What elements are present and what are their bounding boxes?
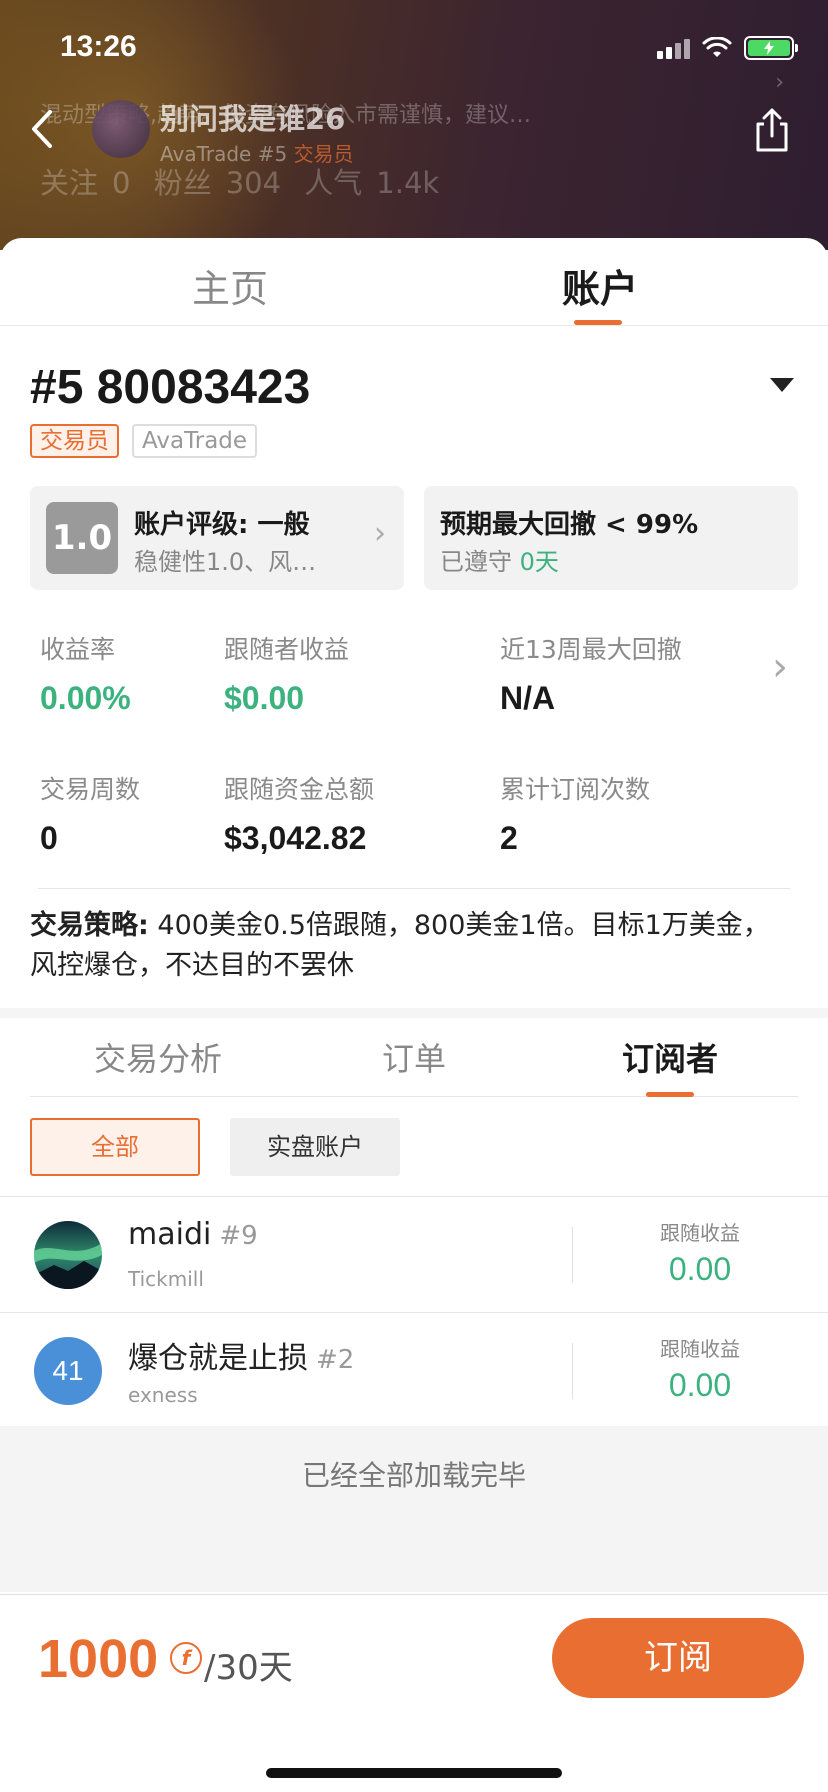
rating-card[interactable]: 1.0 账户评级: 一般 稳健性1.0、风… ›	[30, 486, 404, 590]
subscription-price: 1000	[38, 1629, 159, 1689]
list-item[interactable]: maidi #9 Tickmill 跟随收益 0.00	[0, 1196, 828, 1312]
drawdown-card: 预期最大回撤 < 99% 已遵守 0天	[424, 486, 798, 590]
tab-account[interactable]: 账户	[562, 258, 638, 313]
follow-value: 0	[112, 166, 131, 200]
metric-drawdown-label: 近13周最大回撤	[500, 635, 682, 664]
subscriber-name: 爆仓就是止损	[128, 1341, 308, 1376]
avatar	[34, 1221, 102, 1289]
battery-icon	[744, 36, 798, 60]
drawdown-days: 0天	[519, 548, 559, 576]
subscriber-rank: #9	[219, 1221, 258, 1251]
top-tabs: 主页 账户	[0, 238, 828, 326]
metric-drawdown-value: N/A	[500, 680, 556, 716]
tab-home[interactable]: 主页	[192, 258, 268, 313]
share-icon[interactable]	[752, 104, 792, 154]
avatar: 41	[34, 1337, 102, 1405]
trader-name: 别问我是谁26	[160, 102, 346, 136]
subscriber-name-line: maidi #9	[128, 1217, 258, 1252]
divider	[38, 888, 790, 889]
divider	[572, 1343, 573, 1399]
subscribe-button[interactable]: 订阅	[552, 1618, 804, 1698]
strategy-label: 交易策略:	[30, 910, 149, 941]
fans-value: 304	[225, 166, 282, 200]
follow-profit-label: 跟随收益	[660, 1221, 740, 1245]
fans-label: 粉丝	[153, 166, 212, 200]
popularity-value: 1.4k	[376, 166, 440, 200]
metric-follow-funds-value: $3,042.82	[224, 820, 367, 856]
coin-icon: f	[170, 1642, 202, 1674]
dropdown-arrow-icon[interactable]	[770, 378, 794, 392]
subscription-period: /30天	[204, 1648, 293, 1688]
drawdown-sub-prefix: 已遵守	[440, 548, 512, 576]
list-end-text: 已经全部加载完毕	[301, 1459, 526, 1492]
popularity-label: 人气	[304, 166, 363, 200]
metric-follow-funds-label: 跟随资金总额	[224, 775, 375, 804]
follow-label: 关注	[40, 166, 99, 200]
metrics-chevron-icon[interactable]: ›	[772, 644, 788, 690]
drawdown-sub: 已遵守 0天	[440, 542, 559, 577]
filter-all-button[interactable]: 全部	[30, 1118, 200, 1176]
follow-profit-value: 0.00	[668, 1251, 732, 1287]
metric-weeks-value: 0	[40, 820, 58, 856]
list-item[interactable]: 41 爆仓就是止损 #2 exness 跟随收益 0.00	[0, 1312, 828, 1428]
role-tag: 交易员	[30, 424, 119, 458]
subscriber-rank: #2	[316, 1345, 355, 1375]
subtab-active-indicator	[646, 1092, 694, 1097]
metric-follower-profit-label: 跟随者收益	[224, 635, 350, 664]
broker-tag: AvaTrade	[132, 424, 258, 458]
chevron-right-icon[interactable]: ›	[775, 70, 784, 95]
wifi-icon	[702, 37, 732, 57]
filter-real-account-button[interactable]: 实盘账户	[230, 1118, 400, 1176]
profile-header: 13:26 混动型策略,趋势。投资有风险入市需谨慎，建议… › 别问我是谁26 …	[0, 0, 828, 250]
avatar[interactable]	[92, 100, 150, 158]
metric-follower-profit-value: $0.00	[224, 680, 305, 716]
rating-title: 账户评级: 一般	[134, 510, 310, 540]
subscriber-name-line: 爆仓就是止损 #2	[128, 1333, 354, 1377]
tab-active-indicator	[574, 320, 622, 325]
metric-subscriptions-value: 2	[500, 820, 518, 856]
follow-profit-value: 0.00	[668, 1367, 732, 1403]
header-stats: 关注 0 粉丝 304 人气 1.4k	[40, 160, 453, 202]
status-icons	[657, 36, 798, 60]
rating-score: 1.0	[46, 502, 118, 574]
tab-subscribers[interactable]: 订阅者	[622, 1034, 718, 1080]
metric-subscriptions-label: 累计订阅次数	[500, 775, 651, 804]
chevron-right-icon: ›	[374, 516, 386, 551]
tab-trade-analysis[interactable]: 交易分析	[94, 1034, 222, 1080]
rating-sub: 稳健性1.0、风…	[134, 548, 317, 576]
section-gap	[0, 1008, 828, 1018]
subscriber-broker: Tickmill	[128, 1267, 204, 1291]
drawdown-title: 预期最大回撤 < 99%	[440, 510, 699, 540]
divider	[572, 1227, 573, 1283]
subscriber-name: maidi	[128, 1217, 212, 1252]
subscriber-broker: exness	[128, 1383, 198, 1407]
strategy-text: 交易策略: 400美金0.5倍跟随，800美金1倍。目标1万美金，风控爆仓，不达…	[30, 906, 790, 986]
metric-return-value: 0.00%	[40, 680, 131, 716]
home-indicator[interactable]	[266, 1768, 562, 1778]
list-end-area	[0, 1426, 828, 1592]
metric-return-label: 收益率	[40, 635, 116, 664]
back-icon[interactable]	[22, 104, 62, 154]
account-title: #5 80083423	[30, 361, 311, 414]
account-sheet: 主页 账户 #5 80083423 交易员 AvaTrade 1.0 账户评级:…	[0, 238, 828, 1792]
follow-profit-label: 跟随收益	[660, 1337, 740, 1361]
tab-orders[interactable]: 订单	[382, 1034, 446, 1080]
metric-weeks-label: 交易周数	[40, 775, 141, 804]
status-time: 13:26	[60, 30, 137, 63]
signal-icon	[657, 37, 690, 59]
